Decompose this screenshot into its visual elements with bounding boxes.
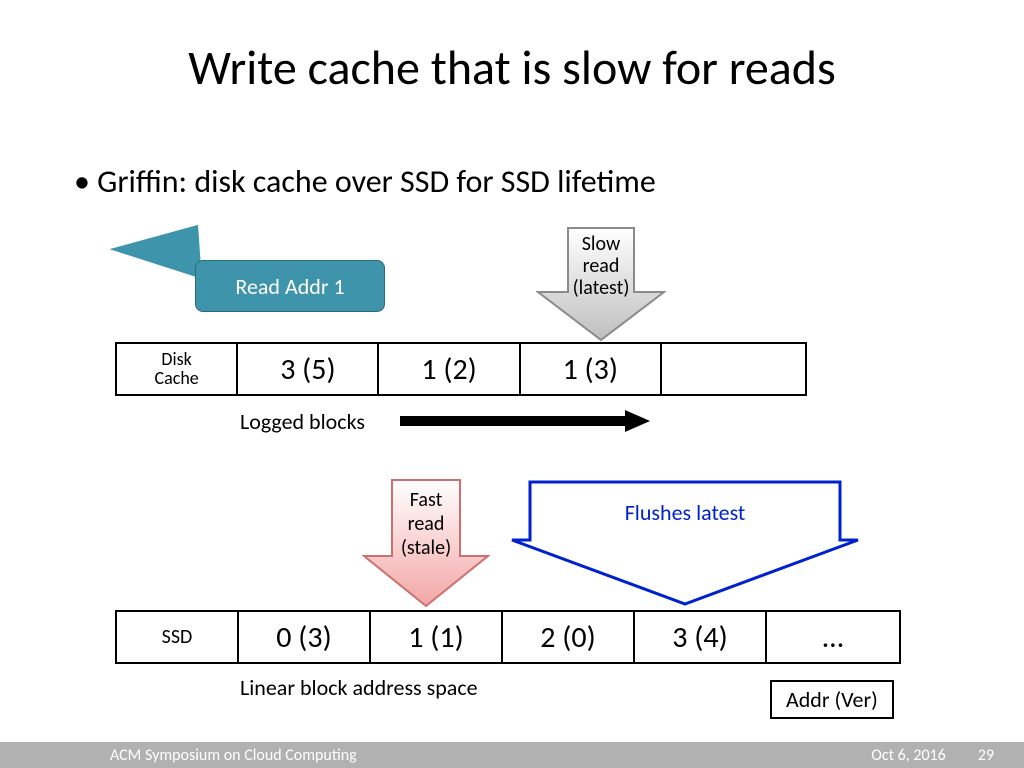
footer-date: Oct 6, 2016 bbox=[871, 746, 946, 765]
linear-space-label: Linear block address space bbox=[240, 674, 478, 701]
fast-read-arrow-icon: Fast read (stale) bbox=[362, 478, 490, 608]
ssd-cell-3: 3 (4) bbox=[635, 612, 767, 662]
logged-blocks-label: Logged blocks bbox=[240, 408, 365, 435]
ssd-cell-0: 0 (3) bbox=[239, 612, 371, 662]
svg-text:Fast: Fast bbox=[410, 488, 443, 512]
ssd-cell-ellipsis: … bbox=[767, 612, 899, 662]
flushes-latest-arrow-icon: Flushes latest bbox=[510, 478, 860, 608]
logged-blocks-arrow-icon bbox=[400, 410, 650, 432]
footer-page: 29 bbox=[978, 746, 994, 765]
ssd-cell-1: 1 (1) bbox=[371, 612, 503, 662]
ssd-cell-2: 2 (0) bbox=[503, 612, 635, 662]
addr-ver-legend: Addr (Ver) bbox=[770, 680, 894, 719]
disk-cell-1: 1 (2) bbox=[379, 344, 520, 394]
svg-text:Slow: Slow bbox=[582, 232, 621, 256]
footer-left: ACM Symposium on Cloud Computing bbox=[110, 746, 357, 765]
footer-bar: ACM Symposium on Cloud Computing Oct 6, … bbox=[0, 742, 1024, 768]
slow-read-arrow-icon: Slow read (latest) bbox=[536, 226, 666, 342]
svg-text:(stale): (stale) bbox=[401, 536, 451, 560]
svg-text:(latest): (latest) bbox=[573, 276, 630, 300]
bullet-point: Griffin: disk cache over SSD for SSD lif… bbox=[74, 162, 656, 201]
disk-label-line2: Cache bbox=[155, 367, 199, 389]
disk-cache-label-cell: Disk Cache bbox=[117, 344, 238, 394]
disk-cache-row: Disk Cache 3 (5) 1 (2) 1 (3) bbox=[115, 342, 807, 396]
ssd-row: SSD 0 (3) 1 (1) 2 (0) 3 (4) … bbox=[115, 610, 901, 664]
disk-cell-empty bbox=[662, 344, 805, 394]
page-title: Write cache that is slow for reads bbox=[0, 38, 1024, 97]
disk-cell-2: 1 (3) bbox=[521, 344, 662, 394]
callout-tail bbox=[108, 225, 202, 285]
svg-text:read: read bbox=[583, 254, 620, 278]
svg-text:Flushes latest: Flushes latest bbox=[625, 499, 746, 526]
disk-cell-0: 3 (5) bbox=[238, 344, 379, 394]
read-addr-callout: Read Addr 1 bbox=[195, 260, 385, 312]
ssd-label-cell: SSD bbox=[117, 612, 239, 662]
svg-text:read: read bbox=[408, 512, 445, 536]
